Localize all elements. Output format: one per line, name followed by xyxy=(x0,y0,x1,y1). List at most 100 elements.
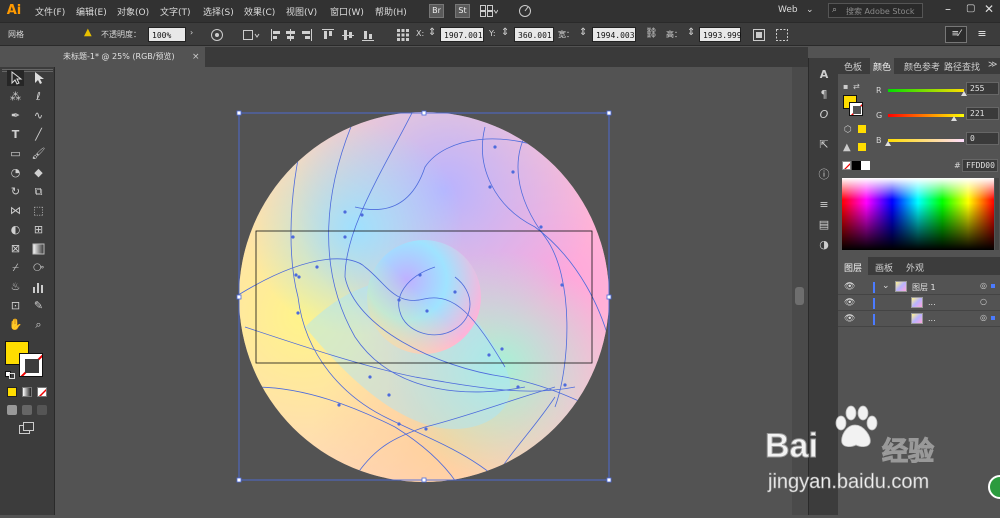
chevron-down-icon[interactable]: ⌄ xyxy=(806,5,814,15)
panel-options-button[interactable]: ≡⁄ xyxy=(945,26,967,43)
line-icon[interactable]: ╱ xyxy=(30,127,47,143)
layer-name[interactable]: 图层 1 xyxy=(912,282,936,293)
blue-slider-thumb[interactable] xyxy=(885,141,891,146)
transparency-panel-icon[interactable]: ◑ xyxy=(817,238,831,252)
workspace-switcher[interactable]: Web xyxy=(778,5,798,15)
target-icon[interactable]: ◎ xyxy=(980,281,987,290)
panel-resize-bar[interactable] xyxy=(995,178,999,250)
tab-color-guide[interactable]: 颜色参考 xyxy=(904,60,940,73)
x-input[interactable]: 1907.001 xyxy=(440,27,484,42)
arrange-documents-icon[interactable] xyxy=(480,5,499,17)
close-document-icon[interactable]: × xyxy=(192,47,200,67)
search-input[interactable]: 搜索 Adobe Stock xyxy=(846,6,915,17)
layer-row[interactable]: 👁 ⌄ 图层 1 ◎ xyxy=(838,280,1000,295)
selection-icon[interactable] xyxy=(7,70,24,86)
out-of-web-swatch[interactable] xyxy=(858,125,866,133)
color-mode-icon[interactable] xyxy=(7,387,17,397)
stepper-icon[interactable]: ⇕ xyxy=(501,27,509,38)
close-button[interactable]: ✕ xyxy=(984,2,994,16)
canvas-area[interactable] xyxy=(55,67,792,515)
stepper-icon[interactable]: ⇕ xyxy=(428,27,436,38)
paintbrush-icon[interactable]: 🖌 xyxy=(30,146,47,162)
target-icon[interactable]: ◎ xyxy=(980,313,987,322)
width-icon[interactable]: ⋈ xyxy=(7,203,24,219)
transform-icon[interactable] xyxy=(242,28,262,42)
zoom-icon[interactable]: ⌕ xyxy=(30,317,47,333)
tab-pathfinder[interactable]: 路径查找 xyxy=(944,60,980,73)
green-slider-thumb[interactable] xyxy=(950,116,957,121)
tab-color[interactable]: 颜色 xyxy=(870,58,895,74)
info-icon[interactable]: ⓘ xyxy=(817,168,831,182)
stepper-icon[interactable]: ⇕ xyxy=(579,27,587,38)
paragraph-panel-icon[interactable]: ¶ xyxy=(817,88,831,102)
curvature-icon[interactable]: ∿ xyxy=(30,108,47,124)
mesh-icon[interactable]: ⊠ xyxy=(7,241,24,257)
visibility-eye-icon[interactable]: 👁 xyxy=(844,298,855,308)
white-swatch[interactable] xyxy=(861,161,870,170)
tab-artboards[interactable]: 画板 xyxy=(875,261,893,274)
stroke-swatch[interactable] xyxy=(19,353,43,377)
menu-file[interactable]: 文件(F) xyxy=(35,5,65,18)
rotate-icon[interactable]: ↻ xyxy=(7,184,24,200)
character-panel-icon[interactable]: A xyxy=(817,68,831,82)
gpu-performance-icon[interactable] xyxy=(518,4,532,18)
blue-value-input[interactable]: 0 xyxy=(966,132,999,145)
reference-point-icon[interactable] xyxy=(396,28,410,42)
free-transform-icon[interactable]: ⬚ xyxy=(30,203,47,219)
stock-button[interactable]: St xyxy=(455,4,470,18)
align-controls[interactable] xyxy=(270,28,390,42)
menu-edit[interactable]: 编辑(E) xyxy=(76,5,107,18)
tab-swatches[interactable]: 色板 xyxy=(844,60,862,73)
object-name[interactable]: ... xyxy=(928,298,936,307)
hex-input[interactable]: FFDD00 xyxy=(962,159,998,172)
green-value-input[interactable]: 221 xyxy=(966,107,999,120)
isolate-icon[interactable] xyxy=(752,28,766,42)
visibility-eye-icon[interactable]: 👁 xyxy=(844,282,855,292)
eraser-icon[interactable]: ◆ xyxy=(30,165,47,181)
target-icon[interactable]: ○ xyxy=(980,297,987,306)
scrollbar-thumb[interactable] xyxy=(795,287,804,305)
draw-behind-icon[interactable] xyxy=(22,405,32,415)
maximize-button[interactable]: ▢ xyxy=(966,3,975,14)
tab-appearance[interactable]: 外观 xyxy=(906,261,924,274)
pen-icon[interactable]: ✒ xyxy=(7,108,24,124)
gradient-mode-icon[interactable] xyxy=(22,387,32,397)
layer-row[interactable]: 👁 ... ◎ xyxy=(838,312,1000,327)
chevron-right-icon[interactable]: › xyxy=(190,28,193,37)
chevron-down-icon[interactable]: ⌄ xyxy=(882,281,890,291)
type-icon[interactable]: T xyxy=(7,127,24,143)
red-value-input[interactable]: 255 xyxy=(966,82,999,95)
magic-wand-icon[interactable]: ⁂ xyxy=(7,89,24,105)
symbol-sprayer-icon[interactable]: ♨ xyxy=(7,279,24,295)
visibility-eye-icon[interactable]: 👁 xyxy=(844,314,855,324)
gradient-panel-icon[interactable]: ▤ xyxy=(817,218,831,232)
slice-icon[interactable]: ✎ xyxy=(30,298,47,314)
draw-normal-icon[interactable] xyxy=(7,405,17,415)
menu-help[interactable]: 帮助(H) xyxy=(375,5,407,18)
default-colors-icon[interactable]: ▪ xyxy=(843,82,848,91)
y-input[interactable]: 360.001 xyxy=(514,27,554,42)
blend-icon[interactable]: ⧂ xyxy=(30,260,47,276)
width-input[interactable]: 1994.003 xyxy=(592,27,636,42)
blue-slider-track[interactable] xyxy=(888,139,964,142)
opacity-input[interactable]: 100% xyxy=(148,27,186,42)
stock-search-field[interactable]: ⌕ 搜索 Adobe Stock xyxy=(828,3,923,18)
opacity-label[interactable]: 不透明度： xyxy=(101,29,141,40)
menu-type[interactable]: 文字(T) xyxy=(160,5,191,18)
direct-selection-icon[interactable] xyxy=(30,70,47,86)
object-name[interactable]: ... xyxy=(928,314,936,323)
opentype-panel-icon[interactable]: O xyxy=(817,108,831,122)
menu-window[interactable]: 窗口(W) xyxy=(330,5,364,18)
menu-effect[interactable]: 效果(C) xyxy=(244,5,275,18)
panel-menu-icon[interactable]: ≡ xyxy=(971,26,993,43)
constrain-proportions-icon[interactable]: ⛓ xyxy=(645,28,658,39)
eyedropper-icon[interactable]: ⌿ xyxy=(7,260,24,276)
perspective-icon[interactable]: ⊞ xyxy=(30,222,47,238)
menu-select[interactable]: 选择(S) xyxy=(203,5,234,18)
lasso-icon[interactable]: ℓ xyxy=(30,89,47,105)
isolation-mode-icon[interactable] xyxy=(775,28,789,42)
layer-row[interactable]: 👁 ... ○ xyxy=(838,296,1000,311)
swap-fill-stroke-icon[interactable]: ⇄ xyxy=(853,82,860,91)
artwork[interactable] xyxy=(55,67,792,515)
color-stroke-swatch[interactable] xyxy=(849,102,863,116)
